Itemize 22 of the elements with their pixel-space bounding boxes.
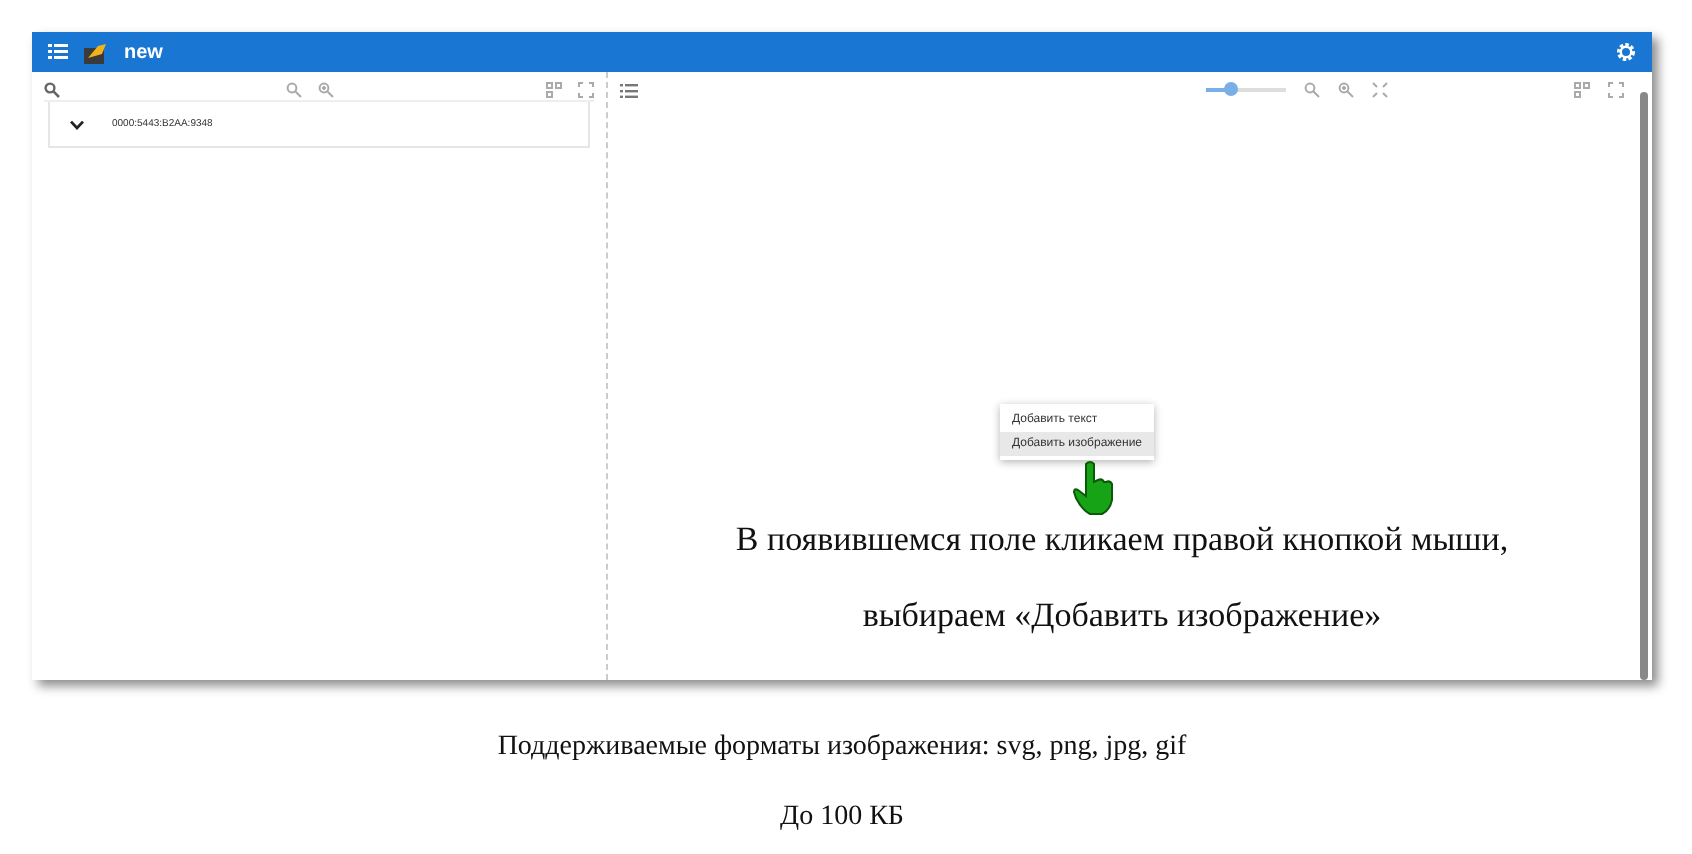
fullscreen-icon[interactable]: [1608, 82, 1624, 98]
scrollbar[interactable]: [1640, 92, 1648, 680]
search-icon[interactable]: [44, 82, 60, 98]
annotation-text: выбираем «Добавить изображение»: [862, 596, 1382, 636]
fit-icon[interactable]: [1371, 82, 1387, 98]
caption-text: До 100 КБ: [780, 802, 904, 834]
annotation-text: В появившемся поле кликаем правой кнопкой мыши,: [735, 520, 1509, 560]
grid-icon[interactable]: [546, 82, 562, 98]
zoom-in-icon[interactable]: [1337, 82, 1353, 98]
hand-cursor-icon: [1072, 460, 1116, 516]
zoom-out-icon[interactable]: [1303, 82, 1319, 98]
chevron-icon[interactable]: [70, 119, 84, 129]
zoom-in-icon[interactable]: [318, 82, 334, 98]
fullscreen-icon[interactable]: [578, 82, 594, 98]
zoom-out-icon[interactable]: [286, 82, 302, 98]
caption-text: Поддерживаемые форматы изображения: svg, png, jpg, gif: [497, 732, 1187, 764]
list-icon[interactable]: [620, 83, 638, 97]
logo-icon: [84, 41, 108, 63]
app-title: new: [124, 41, 163, 63]
settings-icon[interactable]: [1616, 42, 1636, 62]
menu-icon[interactable]: [48, 44, 68, 60]
grid-icon[interactable]: [1574, 82, 1590, 98]
